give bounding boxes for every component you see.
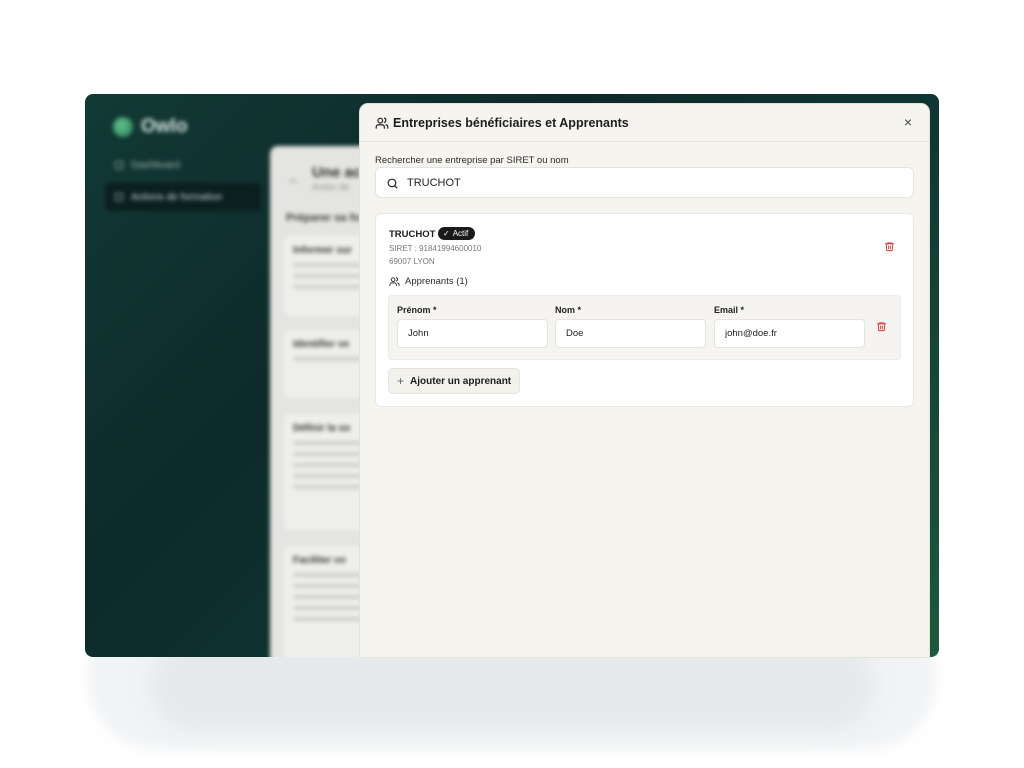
- email-label: Email *: [714, 305, 745, 315]
- panel-subtitle: Action de: [312, 182, 350, 192]
- company-name: TRUCHOT: [389, 229, 436, 240]
- sidebar-item-label: Dashboard: [131, 159, 180, 171]
- prenom-label: Prénom *: [397, 305, 437, 315]
- search-icon: [387, 178, 398, 189]
- users-icon: [389, 277, 400, 287]
- status-badge: ✓ Actif: [438, 227, 476, 240]
- sidebar-item-actions[interactable]: Actions de formation: [105, 183, 261, 211]
- status-label: Actif: [452, 229, 469, 238]
- add-learner-label: Ajouter un apprenant: [410, 375, 512, 387]
- company-card: TRUCHOT ✓ Actif SIRET : 91841994600010 6…: [375, 213, 914, 407]
- back-arrow-icon[interactable]: ←: [288, 172, 300, 186]
- logo: Owlo: [113, 116, 187, 138]
- learners-header: Apprenants (1): [389, 276, 468, 287]
- delete-company-trash-icon[interactable]: [884, 241, 895, 252]
- nom-field[interactable]: [555, 319, 706, 348]
- logo-mark: [113, 117, 133, 137]
- learners-title: Apprenants (1): [405, 276, 468, 287]
- prenom-field[interactable]: [397, 319, 548, 348]
- sidebar-item-label: Actions de formation: [131, 191, 223, 203]
- search-label: Rechercher une entreprise par SIRET ou n…: [375, 155, 569, 166]
- logo-text: Owlo: [141, 116, 188, 137]
- panel-title: Une ac: [312, 164, 362, 181]
- modal-title: Entreprises bénéficiaires et Apprenants: [393, 116, 629, 130]
- beneficiaries-modal: Entreprises bénéficiaires et Apprenants …: [360, 104, 929, 657]
- close-button[interactable]: ×: [901, 115, 915, 129]
- plus-icon: +: [397, 374, 405, 388]
- company-siret: SIRET : 91841994600010: [389, 244, 482, 253]
- search-box: [375, 167, 914, 198]
- add-learner-button[interactable]: + Ajouter un apprenant: [388, 368, 521, 394]
- sidebar-item-dashboard[interactable]: Dashboard: [105, 151, 261, 179]
- check-icon: ✓: [443, 229, 450, 238]
- home-icon: [115, 161, 123, 169]
- email-field[interactable]: [714, 319, 865, 348]
- nom-label: Nom *: [555, 305, 582, 315]
- modal-header: Entreprises bénéficiaires et Apprenants …: [360, 104, 929, 142]
- company-city: 69007 LYON: [389, 257, 435, 266]
- panel-section-title: Préparer sa fo: [286, 212, 360, 224]
- learner-row: Prénom * Nom * Email *: [388, 295, 901, 360]
- delete-learner-trash-icon[interactable]: [876, 321, 887, 332]
- book-icon: [115, 193, 123, 201]
- search-input[interactable]: [407, 168, 897, 197]
- users-icon: [375, 117, 389, 129]
